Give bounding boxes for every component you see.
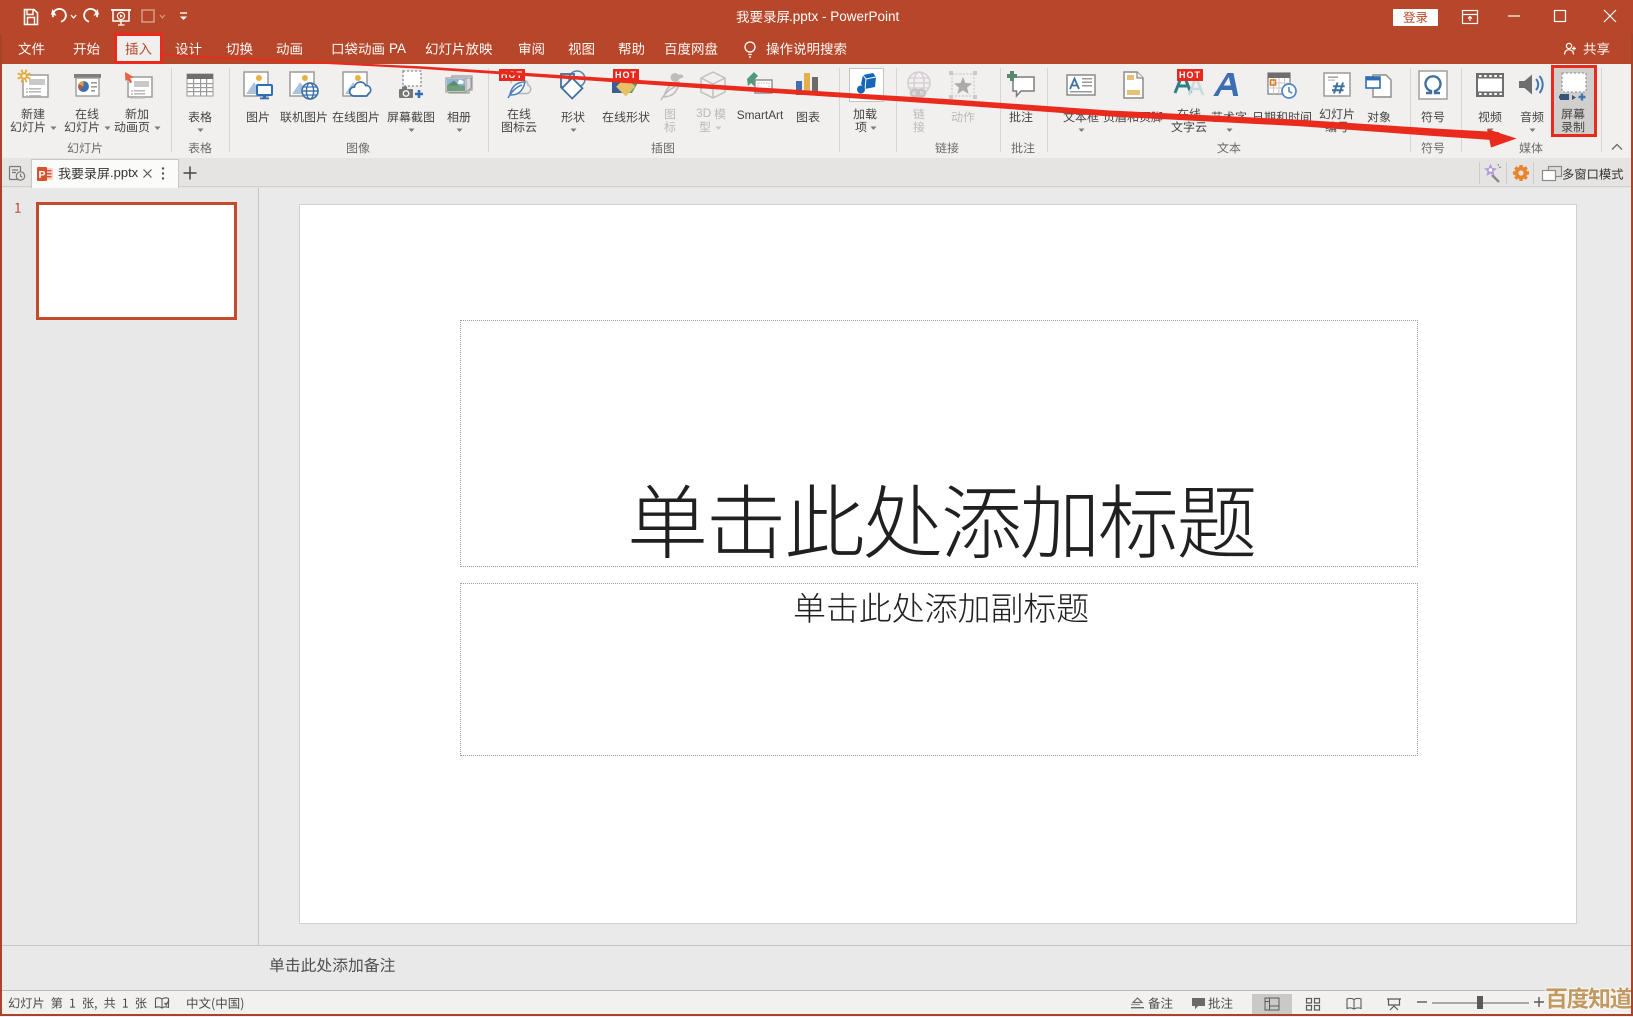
svg-text:P: P bbox=[38, 169, 45, 181]
